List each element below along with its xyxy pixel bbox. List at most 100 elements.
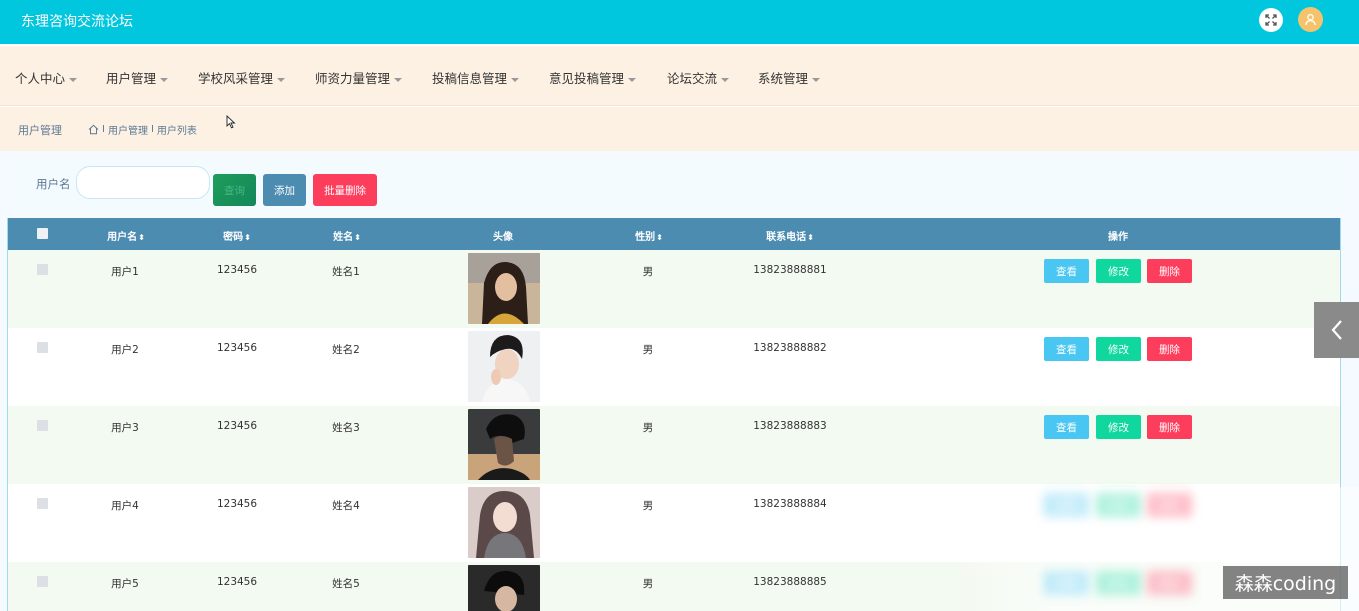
cell-username: 用户1 (111, 266, 139, 278)
view-button[interactable]: 查看 (1044, 337, 1089, 361)
fullscreen-button[interactable] (1259, 8, 1283, 32)
add-button[interactable]: 添加 (263, 174, 306, 206)
avatar-image (468, 253, 540, 324)
menu-faculty[interactable]: 师资力量管理 (315, 68, 403, 87)
sort-icon: ⬍ (807, 233, 814, 242)
select-all-checkbox[interactable] (37, 228, 48, 239)
column-label: 用户名 (107, 232, 138, 243)
bulk-delete-button[interactable]: 批量删除 (313, 174, 377, 206)
menu-label: 投稿信息管理 (432, 71, 508, 86)
cell-gender: 男 (642, 500, 654, 512)
caret-down-icon (394, 77, 403, 82)
cell-username: 用户5 (111, 578, 139, 590)
row-checkbox[interactable] (37, 342, 48, 353)
menu-label: 意见投稿管理 (549, 71, 625, 86)
sort-icon: ⬍ (244, 233, 251, 242)
cell-name: 姓名1 (332, 266, 360, 278)
cell-gender: 男 (642, 266, 654, 278)
row-checkbox[interactable] (37, 420, 48, 431)
cell-name: 姓名4 (332, 500, 360, 512)
sidebar-toggle-button[interactable] (1314, 302, 1359, 358)
breadcrumb-item-current: 用户列表 (156, 126, 197, 137)
row-checkbox[interactable] (37, 264, 48, 275)
column-header-phone[interactable]: 联系电话⬍ (766, 228, 814, 243)
cell-phone: 13823888884 (753, 498, 827, 510)
cell-password: 123456 (216, 576, 258, 588)
avatar-image (468, 565, 540, 611)
column-header-username[interactable]: 用户名⬍ (107, 228, 145, 243)
delete-button[interactable]: 删除 (1147, 337, 1192, 361)
cell-username: 用户2 (111, 344, 139, 356)
delete-button[interactable]: 删除 (1147, 415, 1192, 439)
sort-icon: ⬍ (138, 233, 145, 242)
row-checkbox[interactable] (37, 576, 48, 587)
menu-system[interactable]: 系统管理 (758, 68, 821, 87)
home-icon[interactable] (88, 124, 99, 135)
sort-icon: ⬍ (656, 233, 663, 242)
breadcrumb-separator: I (102, 124, 105, 135)
column-header-avatar: 头像 (493, 232, 513, 243)
cell-username: 用户4 (111, 500, 139, 512)
cell-gender: 男 (642, 578, 654, 590)
avatar-image (468, 409, 540, 480)
table-row: 用户2 123456 姓名2 男 13823888882 查看 修改 删除 (8, 328, 1340, 406)
menu-forum[interactable]: 论坛交流 (667, 68, 730, 87)
cell-phone: 13823888885 (753, 576, 827, 588)
cell-username: 用户3 (111, 422, 139, 434)
caret-down-icon (812, 77, 821, 82)
avatar-image (468, 331, 540, 402)
cell-password: 123456 (216, 342, 258, 354)
cell-password: 123456 (216, 264, 258, 276)
view-button[interactable]: 查看 (1044, 415, 1089, 439)
row-checkbox[interactable] (37, 498, 48, 509)
menu-label: 学校风采管理 (198, 71, 274, 86)
username-label: 用户名 (36, 177, 71, 191)
table-row: 用户3 123456 姓名3 男 13823888883 查看 修改 删除 (8, 406, 1340, 484)
menu-label: 系统管理 (758, 71, 809, 86)
edit-button[interactable]: 修改 (1096, 337, 1141, 361)
column-header-password[interactable]: 密码⬍ (223, 228, 251, 243)
column-header-actions: 操作 (1108, 232, 1128, 243)
watermark: 森森coding (1223, 566, 1348, 599)
caret-down-icon (721, 77, 730, 82)
user-icon (1305, 13, 1316, 26)
chevron-left-icon (1331, 320, 1342, 340)
search-button[interactable]: 查询 (213, 174, 256, 206)
menu-personal-center[interactable]: 个人中心 (15, 68, 78, 87)
cell-name: 姓名2 (332, 344, 360, 356)
caret-down-icon (277, 77, 286, 82)
main-menu-bar: 个人中心 用户管理 学校风采管理 师资力量管理 投稿信息管理 意见投稿管理 论坛… (0, 46, 1359, 106)
cell-gender: 男 (642, 344, 654, 356)
table-header: 用户名⬍ 密码⬍ 姓名⬍ 头像 性别⬍ 联系电话⬍ 操作 (8, 218, 1340, 250)
edit-button[interactable]: 修改 (1096, 415, 1141, 439)
cell-phone: 13823888883 (753, 420, 827, 432)
cell-name: 姓名3 (332, 422, 360, 434)
breadcrumb-separator: I (150, 124, 154, 135)
section-title: 用户管理 (18, 124, 62, 137)
top-bar: 东理咨询交流论坛 (0, 0, 1359, 44)
cell-phone: 13823888882 (753, 342, 827, 354)
menu-label: 论坛交流 (667, 71, 718, 86)
delete-button[interactable]: 删除 (1147, 259, 1192, 283)
username-search-input[interactable] (76, 166, 210, 199)
cell-password: 123456 (216, 420, 258, 432)
menu-feedback[interactable]: 意见投稿管理 (549, 68, 637, 87)
edit-button[interactable]: 修改 (1096, 259, 1141, 283)
cell-password: 123456 (216, 498, 258, 510)
menu-label: 个人中心 (15, 71, 66, 86)
menu-submissions[interactable]: 投稿信息管理 (432, 68, 520, 87)
cell-phone: 13823888881 (753, 264, 827, 276)
breadcrumb-item[interactable]: 用户管理 (108, 122, 148, 137)
menu-school-style[interactable]: 学校风采管理 (198, 68, 286, 87)
column-header-gender[interactable]: 性别⬍ (635, 228, 663, 243)
menu-label: 师资力量管理 (315, 71, 391, 86)
breadcrumb-bar: 用户管理 I 用户管理 I 用户列表 (0, 107, 1359, 151)
column-label: 性别 (635, 232, 656, 243)
menu-user-management[interactable]: 用户管理 (106, 68, 169, 87)
column-header-name[interactable]: 姓名⬍ (333, 228, 361, 243)
mouse-cursor-icon (226, 115, 236, 129)
user-avatar-button[interactable] (1298, 7, 1323, 32)
avatar-image (468, 487, 540, 558)
view-button[interactable]: 查看 (1044, 259, 1089, 283)
breadcrumb: I 用户管理 I 用户列表 (88, 122, 197, 137)
